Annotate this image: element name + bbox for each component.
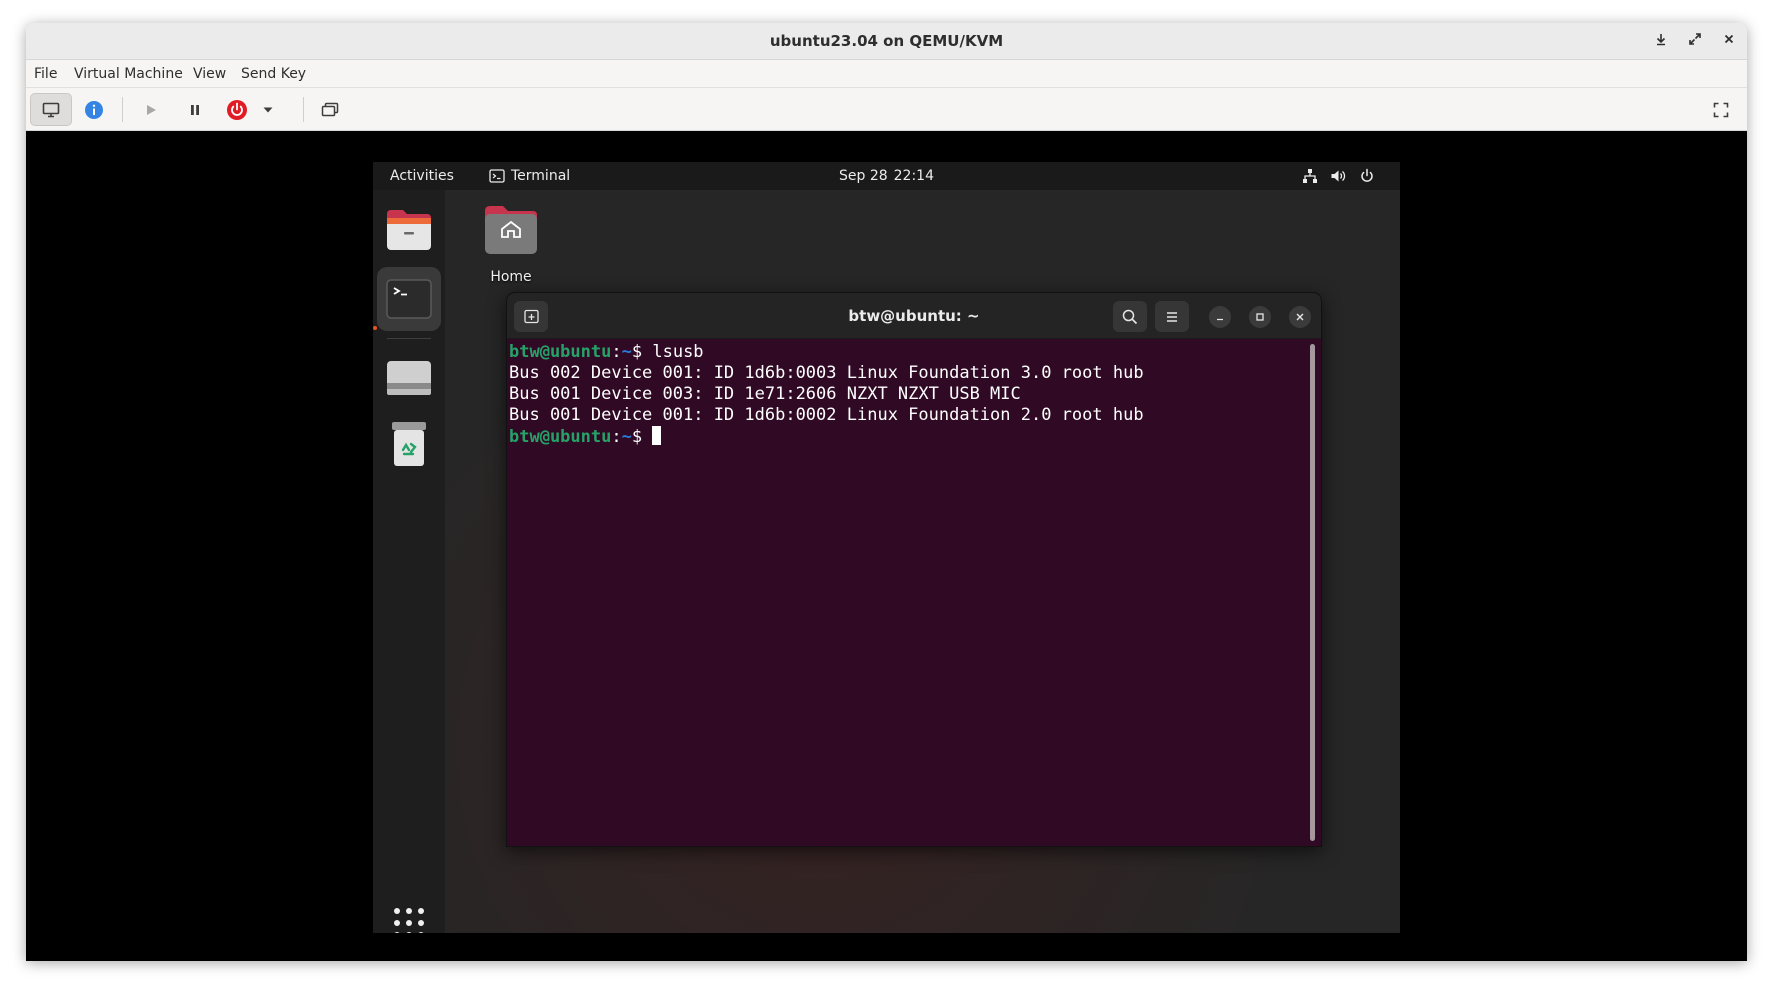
home-folder-label[interactable]: Home [463,269,559,285]
dock-drive[interactable] [377,346,441,410]
guest-desktop[interactable]: Activities Terminal Sep 28 22:14 Home bt… [373,162,1400,933]
search-icon [1122,309,1138,324]
vm-console[interactable]: Activities Terminal Sep 28 22:14 Home bt… [26,131,1747,961]
search-button[interactable] [1113,301,1147,332]
clock-date: Sep 28 [838,168,888,184]
clock[interactable]: Sep 28 22:14 [373,162,1400,190]
maximize-icon [1256,313,1264,321]
snapshot-icon [321,102,339,116]
power-icon[interactable] [1359,168,1375,184]
prompt-path: ~ [621,427,632,447]
power-icon [227,99,247,120]
show-apps-icon[interactable] [391,905,427,933]
prompt-path: ~ [621,342,632,362]
snapshot-button[interactable] [309,93,351,126]
menu-bar: File Virtual Machine View Send Key [26,60,1747,88]
volume-icon[interactable] [1330,168,1346,184]
prompt-line: btw@ubuntu:~$ lsusb [509,342,1321,363]
command-text: lsusb [652,342,704,362]
terminal-icon [386,279,432,319]
play-icon [147,104,156,115]
terminal-minimize-button[interactable] [1209,306,1231,328]
close-icon [1296,313,1304,321]
run-button[interactable] [130,93,172,126]
network-icon[interactable] [1302,168,1318,184]
virt-manager-window: ubuntu23.04 on QEMU/KVM File Virtual Mac… [26,23,1747,961]
terminal-headerbar[interactable]: btw@ubuntu: ~ [507,293,1321,339]
menu-button[interactable] [1155,301,1189,332]
output-line: Bus 001 Device 003: ID 1e71:2606 NZXT NZ… [509,384,1021,404]
dock-trash[interactable] [377,412,441,476]
terminal-title: btw@ubuntu: ~ [848,307,980,325]
drive-icon [387,361,431,395]
maximize-icon[interactable] [1685,32,1705,52]
text-cursor [652,426,662,445]
console-view-button[interactable] [30,93,72,126]
details-button[interactable] [73,93,115,126]
terminal-maximize-button[interactable] [1249,306,1271,328]
prompt-line: btw@ubuntu:~$ [509,426,1321,448]
running-indicator [373,326,377,330]
output-line: Bus 002 Device 001: ID 1d6b:0003 Linux F… [509,363,1144,383]
gnome-top-bar: Activities Terminal Sep 28 22:14 [373,162,1400,190]
prompt-dollar: $ [631,342,643,362]
hamburger-icon [1167,311,1177,322]
prompt-user: btw@ubuntu [509,342,612,362]
pause-button[interactable] [174,93,216,126]
dock [373,190,445,933]
menu-view[interactable]: View [193,60,226,88]
window-titlebar[interactable]: ubuntu23.04 on QEMU/KVM [26,23,1747,60]
terminal-output[interactable]: btw@ubuntu:~$ lsusb Bus 002 Device 001: I… [507,339,1321,846]
menu-send-key[interactable]: Send Key [241,60,306,88]
minimize-icon [1217,318,1223,321]
terminal-close-button[interactable] [1289,306,1311,328]
files-icon [387,210,431,250]
monitor-icon [42,102,60,117]
trash-icon [392,422,426,466]
minimize-icon[interactable] [1651,32,1671,52]
terminal-scrollbar[interactable] [1310,344,1315,841]
close-icon[interactable] [1719,32,1739,52]
prompt-separator: : [611,427,622,447]
dock-files[interactable] [377,198,441,262]
prompt-separator: : [611,342,622,362]
home-folder-icon[interactable] [483,203,539,255]
dock-terminal[interactable] [377,267,441,331]
shutdown-menu-button[interactable] [255,93,281,126]
fullscreen-icon [1713,102,1729,117]
shutdown-button[interactable] [216,93,258,126]
info-icon [85,100,103,119]
clock-time: 22:14 [893,168,934,184]
prompt-user: btw@ubuntu [509,427,612,447]
prompt-dollar: $ [631,427,643,447]
output-line: Bus 001 Device 001: ID 1d6b:0002 Linux F… [509,405,1144,425]
toolbar [26,88,1747,131]
window-title: ubuntu23.04 on QEMU/KVM [769,32,1004,50]
dropdown-icon [263,107,273,112]
pause-icon [191,104,199,115]
menu-file[interactable]: File [34,60,57,88]
fullscreen-button[interactable] [1700,93,1742,126]
menu-virtual-machine[interactable]: Virtual Machine [74,60,183,88]
terminal-window[interactable]: btw@ubuntu: ~ btw@ubuntu:~$ lsusb Bus 00… [506,292,1322,847]
